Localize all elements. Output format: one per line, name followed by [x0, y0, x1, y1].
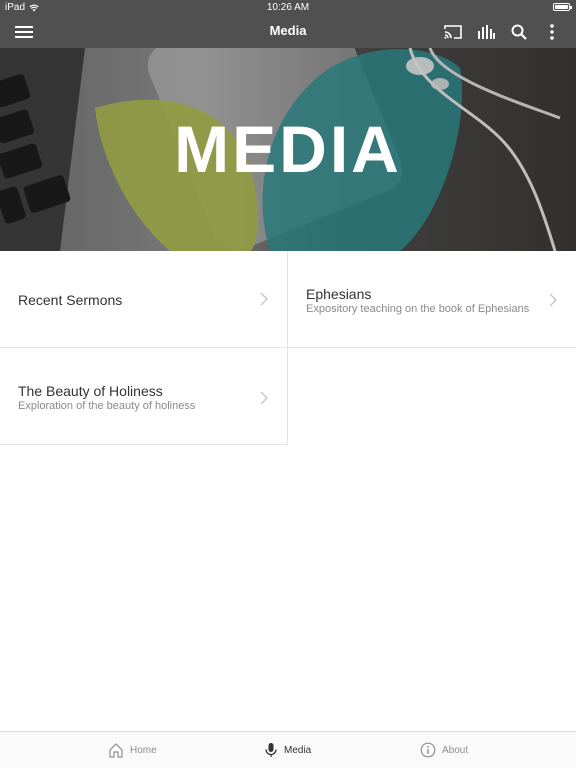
chevron-right-icon — [260, 292, 268, 306]
search-icon[interactable] — [507, 20, 531, 44]
home-icon — [109, 743, 123, 758]
tab-label: About — [442, 744, 469, 756]
chevron-right-icon — [260, 391, 268, 405]
tab-bar: Home Media About — [0, 731, 576, 768]
media-item-subtitle: Expository teaching on the book of Ephes… — [306, 303, 530, 315]
hero-banner: MEDIA — [0, 48, 576, 251]
tab-media[interactable]: Media — [264, 732, 311, 768]
hamburger-menu-icon[interactable] — [12, 20, 36, 44]
nav-bar: Media — [0, 16, 576, 48]
chevron-right-icon — [549, 293, 557, 307]
media-item-title: Ephesians — [306, 286, 372, 302]
status-bar: iPad 10:26 AM — [0, 0, 576, 16]
more-vertical-icon[interactable] — [540, 20, 564, 44]
tab-about[interactable]: About — [420, 732, 468, 768]
cast-icon[interactable] — [441, 20, 465, 44]
media-item-title: The Beauty of Holiness — [18, 383, 163, 399]
media-item-beauty-of-holiness[interactable]: The Beauty of Holiness Exploration of th… — [0, 348, 288, 445]
battery-icon — [553, 3, 572, 11]
media-item-recent-sermons[interactable]: Recent Sermons — [0, 251, 288, 348]
media-item-title: Recent Sermons — [18, 292, 123, 308]
tab-label: Home — [130, 744, 157, 756]
hero-title: MEDIA — [174, 112, 402, 186]
info-icon — [420, 742, 436, 758]
audio-bars-icon[interactable] — [474, 20, 498, 44]
tab-home[interactable]: Home — [108, 732, 157, 768]
microphone-icon — [265, 743, 277, 757]
tab-label: Media — [284, 744, 312, 756]
media-item-ephesians[interactable]: Ephesians Expository teaching on the boo… — [288, 251, 576, 348]
media-item-subtitle: Exploration of the beauty of holiness — [18, 400, 196, 412]
status-time: 10:26 AM — [266, 2, 310, 13]
